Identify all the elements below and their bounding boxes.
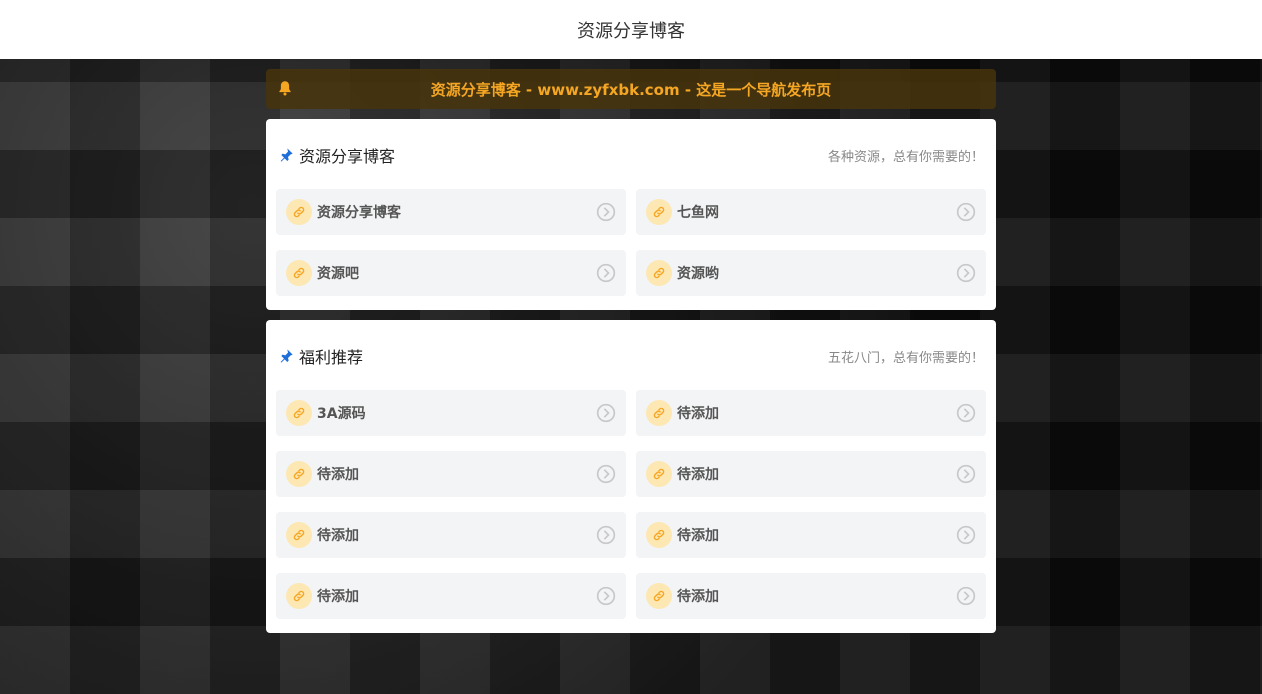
notice-text: 资源分享博客 - www.zyfxbk.com - 这是一个导航发布页: [430, 80, 832, 99]
link-icon: [286, 199, 312, 225]
link-icon: [286, 583, 312, 609]
link-label: 待添加: [677, 528, 719, 544]
link-label: 七鱼网: [677, 205, 719, 221]
link-item[interactable]: 待添加: [636, 512, 986, 558]
link-item[interactable]: 资源吧: [276, 250, 626, 296]
chevron-right-circle-icon[interactable]: [596, 464, 616, 484]
link-grid: 资源分享博客 七鱼网 资源吧 资源哟: [276, 189, 986, 296]
chevron-right-circle-icon[interactable]: [956, 202, 976, 222]
link-label: 资源吧: [317, 266, 359, 282]
link-item[interactable]: 资源哟: [636, 250, 986, 296]
link-item[interactable]: 待添加: [636, 451, 986, 497]
link-grid: 3A源码 待添加 待添加 待添加 待添加 待添加 待添加 待添加: [276, 390, 986, 619]
link-label: 待添加: [317, 467, 359, 483]
link-item[interactable]: 待添加: [276, 451, 626, 497]
chevron-right-circle-icon[interactable]: [596, 403, 616, 423]
chevron-right-circle-icon[interactable]: [596, 202, 616, 222]
link-label: 待添加: [677, 589, 719, 605]
link-icon: [286, 260, 312, 286]
link-icon: [646, 583, 672, 609]
section-title: 资源分享博客: [299, 147, 396, 166]
section-card-welfare: 福利推荐 五花八门，总有你需要的！ 3A源码 待添加 待添加 待添加 待添加 待…: [266, 320, 996, 633]
pin-icon: [280, 148, 293, 162]
link-item[interactable]: 待添加: [276, 512, 626, 558]
link-label: 3A源码: [317, 406, 366, 422]
notice-bar: 资源分享博客 - www.zyfxbk.com - 这是一个导航发布页: [266, 69, 996, 109]
page-title: 资源分享博客: [577, 20, 685, 42]
chevron-right-circle-icon[interactable]: [956, 586, 976, 606]
chevron-right-circle-icon[interactable]: [956, 525, 976, 545]
bell-icon: [279, 81, 291, 96]
link-label: 资源哟: [677, 266, 719, 282]
chevron-right-circle-icon[interactable]: [956, 403, 976, 423]
link-icon: [646, 260, 672, 286]
link-label: 资源分享博客: [317, 205, 401, 221]
pin-icon: [280, 349, 293, 363]
link-item[interactable]: 待添加: [636, 390, 986, 436]
section-header: 福利推荐 五花八门，总有你需要的！: [276, 330, 986, 382]
link-label: 待添加: [317, 528, 359, 544]
chevron-right-circle-icon[interactable]: [596, 586, 616, 606]
link-icon: [646, 400, 672, 426]
link-label: 待添加: [677, 467, 719, 483]
section-description: 各种资源，总有你需要的！: [827, 149, 984, 165]
chevron-right-circle-icon[interactable]: [596, 263, 616, 283]
link-icon: [646, 522, 672, 548]
section-card-resources: 资源分享博客 各种资源，总有你需要的！ 资源分享博客 七鱼网 资源吧 资源哟: [266, 119, 996, 310]
link-icon: [646, 461, 672, 487]
section-title: 福利推荐: [299, 348, 364, 367]
chevron-right-circle-icon[interactable]: [596, 525, 616, 545]
section-header: 资源分享博客 各种资源，总有你需要的！: [276, 129, 986, 181]
link-icon: [646, 199, 672, 225]
link-item[interactable]: 资源分享博客: [276, 189, 626, 235]
link-item[interactable]: 七鱼网: [636, 189, 986, 235]
link-item[interactable]: 待添加: [636, 573, 986, 619]
link-icon: [286, 522, 312, 548]
main-container: 资源分享博客 - www.zyfxbk.com - 这是一个导航发布页 资源分享…: [266, 69, 996, 633]
link-icon: [286, 400, 312, 426]
chevron-right-circle-icon[interactable]: [956, 464, 976, 484]
link-item[interactable]: 待添加: [276, 573, 626, 619]
top-header: 资源分享博客: [0, 0, 1262, 59]
link-item[interactable]: 3A源码: [276, 390, 626, 436]
link-label: 待添加: [317, 589, 359, 605]
section-description: 五花八门，总有你需要的！: [827, 350, 984, 366]
chevron-right-circle-icon[interactable]: [956, 263, 976, 283]
link-icon: [286, 461, 312, 487]
link-label: 待添加: [677, 406, 719, 422]
